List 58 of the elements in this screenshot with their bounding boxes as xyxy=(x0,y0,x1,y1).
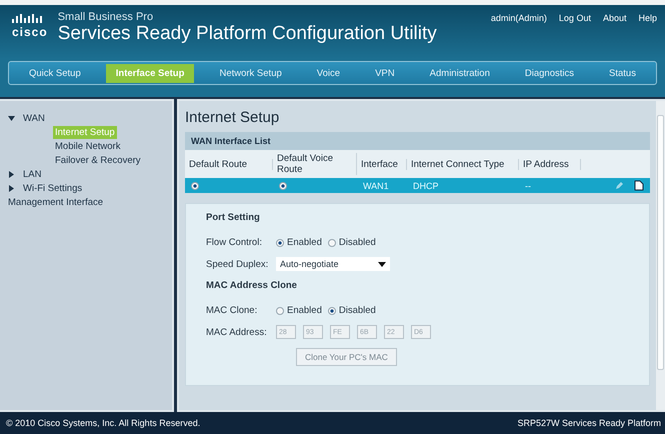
radio-label: Enabled xyxy=(287,305,322,316)
logo-text: cisco xyxy=(12,25,48,39)
header-link[interactable]: Log Out xyxy=(558,13,591,23)
radio-button[interactable] xyxy=(328,238,336,246)
header-link[interactable]: admin(Admin) xyxy=(490,13,547,23)
nav-tab[interactable]: Quick Setup xyxy=(19,64,91,82)
field-label: Flow Control: xyxy=(206,237,263,248)
product-subtitle: Small Business Pro xyxy=(58,11,154,23)
field-label: MAC Clone: xyxy=(206,305,258,316)
sidebar-item[interactable]: LAN xyxy=(23,169,42,180)
radio-button[interactable] xyxy=(328,306,336,314)
nav-tab[interactable]: Voice xyxy=(306,64,350,82)
column-header: Default Route xyxy=(185,158,273,170)
nav-tab[interactable]: Diagnostics xyxy=(514,64,584,82)
app-title: Services Ready Platform Configuration Utility xyxy=(58,23,438,45)
expander-icon[interactable] xyxy=(8,171,15,178)
caret-icon xyxy=(378,262,386,266)
nav-tab[interactable]: Administration xyxy=(420,64,500,82)
sidebar-item[interactable]: WAN xyxy=(23,113,45,124)
column-header: Interface xyxy=(357,158,407,170)
nav-tab[interactable]: Network Setup xyxy=(209,64,292,82)
radio-button[interactable] xyxy=(276,306,284,314)
sidebar-item[interactable]: Wi-Fi Settings xyxy=(23,183,82,194)
nav-tab[interactable]: VPN xyxy=(365,64,405,82)
section-title: MAC Address Clone xyxy=(206,280,298,291)
nav-tab[interactable]: Status xyxy=(599,64,646,82)
radio-button[interactable] xyxy=(191,182,199,190)
table-cell-text: -- xyxy=(524,180,532,190)
expander-icon[interactable] xyxy=(8,115,15,122)
nav-tab[interactable]: Interface Setup xyxy=(106,64,194,82)
radio-button[interactable] xyxy=(279,182,287,190)
table-cell-text: WAN1 xyxy=(362,180,390,190)
radio-label: Enabled xyxy=(287,237,322,248)
document-icon[interactable] xyxy=(634,180,644,191)
sidebar-subitem[interactable]: Failover & Recovery xyxy=(53,154,143,167)
section-title: Port Setting xyxy=(206,212,261,223)
column-header: Default Voice Route xyxy=(273,153,357,175)
column-header: IP Address xyxy=(519,158,581,170)
radio-label: Disabled xyxy=(338,305,376,316)
expander-icon[interactable] xyxy=(8,185,15,192)
sidebar-item[interactable]: Management Interface xyxy=(8,197,104,208)
speed-duplex-dropdown[interactable]: Auto-negotiate xyxy=(276,257,390,271)
column-header: Internet Connect Type xyxy=(407,158,519,170)
sidebar-subitem[interactable]: Internet Setup xyxy=(53,126,117,139)
table-row[interactable]: WAN1 DHCP -- xyxy=(185,178,650,193)
field-label: Speed Duplex: xyxy=(206,258,270,270)
radio-label: Disabled xyxy=(338,237,376,248)
product-name: SRP527W Services Ready Platform xyxy=(517,418,661,428)
sidebar-subitem[interactable]: Mobile Network xyxy=(53,140,122,153)
copyright-text: © 2010 Cisco Systems, Inc. All Rights Reserved. xyxy=(6,418,200,428)
field-label: MAC Address: xyxy=(206,326,268,338)
table-title: WAN Interface List xyxy=(191,136,271,146)
header-link[interactable]: About xyxy=(602,13,626,23)
page-title: Internet Setup xyxy=(185,109,280,126)
radio-button[interactable] xyxy=(276,238,284,246)
scrollbar[interactable] xyxy=(656,101,665,410)
table-cell-text: DHCP xyxy=(412,180,440,190)
header-link[interactable]: Help xyxy=(638,13,657,23)
